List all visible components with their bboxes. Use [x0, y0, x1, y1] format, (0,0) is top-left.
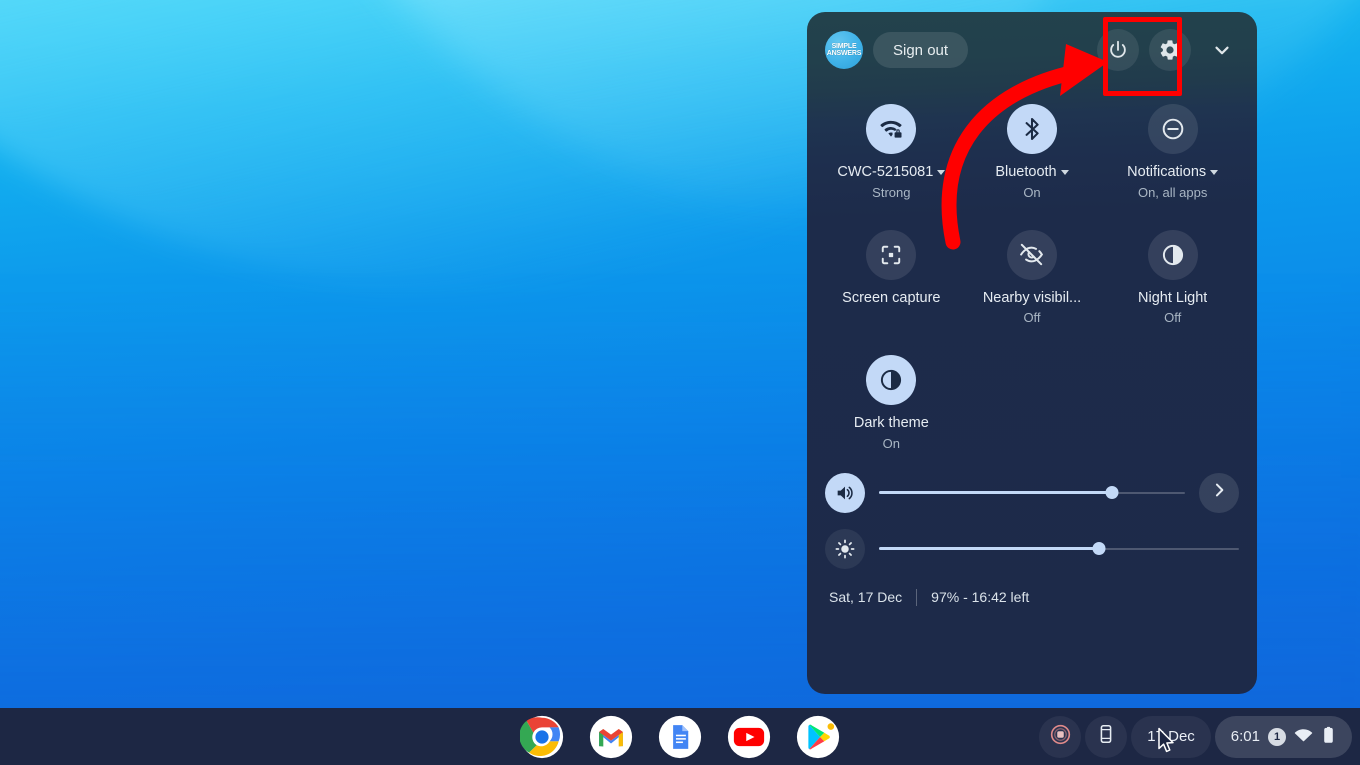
brightness-icon[interactable]	[825, 528, 865, 569]
volume-fill	[879, 491, 1112, 495]
screen-record-button[interactable]	[1039, 715, 1082, 758]
brightness-slider-row	[825, 521, 1239, 577]
bluetooth-icon	[1006, 104, 1057, 154]
status-area-button[interactable]: 6:01 1	[1214, 715, 1352, 758]
play-store-icon[interactable]	[796, 715, 840, 759]
feature-tile-grid: CWC-5215081 Strong Bluetooth On Notifica…	[807, 88, 1257, 451]
tile-network-sub: Strong	[872, 184, 911, 200]
footer-divider	[916, 588, 918, 606]
gmail-icon[interactable]	[589, 715, 633, 759]
tile-night-light-label: Night Light	[1138, 289, 1208, 306]
settings-button[interactable]	[1149, 29, 1191, 71]
avatar-line-2: ANSWERS	[826, 50, 862, 57]
chevron-down-icon[interactable]	[1060, 170, 1069, 176]
tile-dark-theme[interactable]: Dark theme On	[821, 347, 962, 451]
quick-settings-header: SIMPLE ANSWERS Sign out	[807, 12, 1257, 88]
tile-screen-capture[interactable]: Screen capture	[821, 222, 962, 326]
tile-bluetooth-label: Bluetooth	[995, 164, 1057, 180]
tile-dark-theme-label-row: Dark theme	[854, 414, 929, 434]
tile-notifications[interactable]: Notifications On, all apps	[1102, 96, 1243, 200]
youtube-icon[interactable]	[727, 715, 771, 759]
night-light-icon	[1147, 229, 1198, 280]
tile-notifications-label-row: Notifications	[1127, 163, 1219, 183]
shelf-date-label: 17 Dec	[1147, 728, 1195, 745]
brightness-thumb[interactable]	[1092, 542, 1106, 556]
tile-network[interactable]: CWC-5215081 Strong	[821, 96, 962, 200]
chevron-right-icon	[1209, 480, 1229, 505]
tile-screen-capture-label: Screen capture	[842, 289, 941, 306]
sign-out-button[interactable]: Sign out	[873, 32, 969, 68]
quick-settings-panel: SIMPLE ANSWERS Sign out CWC-5215081 Stro…	[807, 12, 1257, 694]
brightness-fill	[879, 547, 1099, 551]
chrome-icon[interactable]	[519, 715, 564, 759]
chevron-down-icon[interactable]	[937, 170, 946, 176]
chevron-down-icon[interactable]	[1210, 170, 1219, 176]
volume-up-icon[interactable]	[825, 472, 865, 513]
tile-bluetooth[interactable]: Bluetooth On	[962, 96, 1103, 200]
footer-battery[interactable]: 97% - 16:42 left	[931, 589, 1029, 605]
gear-icon	[1158, 38, 1182, 62]
phone-hub-icon	[1095, 723, 1117, 750]
tile-night-light[interactable]: Night Light Off	[1102, 222, 1243, 326]
quick-settings-footer: Sat, 17 Dec 97% - 16:42 left	[807, 577, 1257, 606]
google-docs-icon[interactable]	[658, 715, 702, 759]
tile-screen-capture-label-row: Screen capture	[842, 289, 940, 309]
wifi-lock-icon	[866, 104, 917, 154]
tile-dark-theme-sub: On	[882, 435, 900, 451]
wifi-icon	[1294, 725, 1313, 748]
tile-night-light-sub: Off	[1164, 310, 1182, 326]
tile-night-light-label-row: Night Light	[1138, 289, 1207, 309]
power-icon	[1107, 39, 1129, 61]
nearby-visibility-off-icon	[1006, 229, 1057, 280]
tile-nearby-visibility-label: Nearby visibil...	[982, 289, 1082, 306]
desktop: SIMPLE ANSWERS Sign out CWC-5215081 Stro…	[0, 0, 1360, 765]
footer-date[interactable]: Sat, 17 Dec	[829, 589, 902, 605]
battery-icon	[1321, 725, 1336, 749]
tile-bluetooth-label-row: Bluetooth	[995, 163, 1069, 183]
tile-dark-theme-label: Dark theme	[853, 415, 929, 432]
slider-area	[807, 451, 1257, 577]
screen-record-icon	[1049, 723, 1072, 751]
calendar-date-button[interactable]: 17 Dec	[1131, 715, 1211, 758]
notification-count-badge: 1	[1268, 727, 1286, 746]
avatar-line-1: SIMPLE	[831, 43, 857, 50]
tile-notifications-label: Notifications	[1127, 164, 1207, 180]
do-not-disturb-icon	[1147, 104, 1198, 154]
brightness-slider[interactable]	[879, 540, 1239, 558]
audio-settings-button[interactable]	[1199, 472, 1239, 513]
shelf-time-label: 6:01	[1230, 728, 1260, 745]
status-tray: 17 Dec 6:01 1	[1039, 715, 1352, 758]
collapse-button[interactable]	[1201, 29, 1243, 71]
chevron-down-icon	[1211, 39, 1233, 61]
volume-thumb[interactable]	[1105, 486, 1119, 500]
volume-slider[interactable]	[879, 484, 1185, 502]
tile-nearby-visibility-sub: Off	[1023, 310, 1041, 326]
volume-slider-row	[825, 465, 1239, 521]
power-button[interactable]	[1097, 29, 1139, 71]
dark-theme-icon	[866, 355, 917, 406]
tile-nearby-visibility-label-row: Nearby visibil...	[983, 289, 1081, 309]
shelf: 17 Dec 6:01 1	[0, 708, 1360, 765]
phone-hub-button[interactable]	[1085, 715, 1128, 758]
tile-network-label-row: CWC-5215081	[837, 163, 946, 183]
screen-capture-icon	[866, 229, 917, 280]
tile-bluetooth-sub: On	[1023, 184, 1041, 200]
tile-notifications-sub: On, all apps	[1137, 184, 1208, 200]
tile-network-label: CWC-5215081	[837, 164, 934, 180]
tile-nearby-visibility[interactable]: Nearby visibil... Off	[962, 222, 1103, 326]
user-avatar[interactable]: SIMPLE ANSWERS	[825, 31, 863, 69]
